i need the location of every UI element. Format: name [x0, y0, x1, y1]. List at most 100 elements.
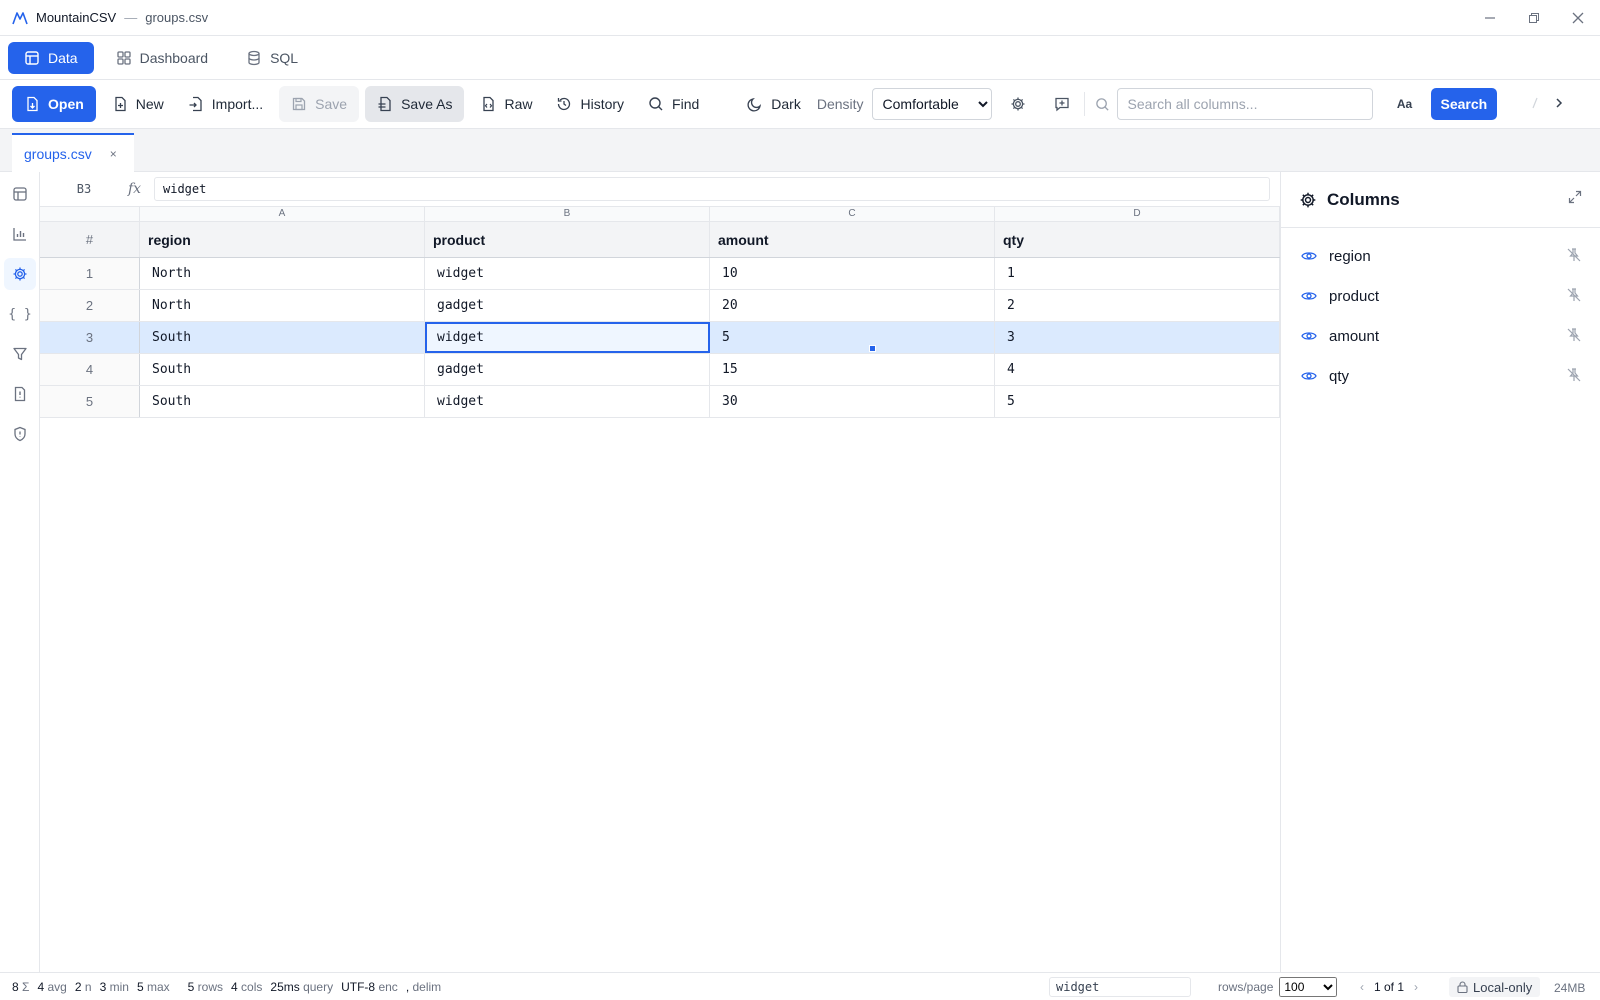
tab-dashboard[interactable]: Dashboard — [100, 42, 225, 74]
column-item[interactable]: region — [1281, 236, 1600, 276]
raw-button[interactable]: Raw — [468, 86, 544, 122]
next-page-icon[interactable]: › — [1414, 980, 1418, 994]
column-item[interactable]: amount — [1281, 316, 1600, 356]
formula-input[interactable]: widget — [154, 177, 1270, 201]
column-item-name: qty — [1329, 367, 1350, 385]
row-number[interactable]: 2 — [40, 290, 140, 321]
table-cell[interactable]: widget — [425, 386, 710, 417]
add-comment-button[interactable] — [1044, 86, 1080, 122]
tab-data[interactable]: Data — [8, 41, 94, 74]
data-grid: A B C D # region product amount qty 1 No… — [40, 206, 1280, 418]
table-cell[interactable]: South — [140, 322, 425, 353]
save-as-button[interactable]: Save As — [365, 86, 465, 122]
close-window-button[interactable] — [1556, 0, 1600, 36]
table-cell[interactable]: 20 — [710, 290, 995, 321]
table-cell[interactable]: 5 — [995, 386, 1280, 417]
table-cell[interactable]: 3 — [995, 322, 1280, 353]
title-separator: — — [124, 10, 138, 25]
row-number[interactable]: 4 — [40, 354, 140, 385]
minimize-button[interactable] — [1468, 0, 1512, 36]
rail-chart-button[interactable] — [4, 218, 36, 250]
table-cell[interactable]: gadget — [425, 290, 710, 321]
save-button[interactable]: Save — [279, 86, 360, 122]
delimiter: , — [405, 979, 410, 994]
search-button[interactable]: Search — [1430, 88, 1498, 120]
column-header-amount[interactable]: amount — [710, 222, 995, 257]
table-cell[interactable]: 15 — [710, 354, 995, 385]
rows-count: 5 — [187, 979, 195, 994]
panel-header: Columns — [1281, 172, 1600, 228]
expand-panel-icon[interactable] — [1568, 190, 1582, 207]
table-cell[interactable]: gadget — [425, 354, 710, 385]
page-info: 1 of 1 — [1374, 980, 1405, 994]
unpin-icon[interactable] — [1566, 367, 1582, 386]
rail-filter-button[interactable] — [4, 338, 36, 370]
table-cell[interactable]: 1 — [995, 258, 1280, 289]
density-select[interactable]: Comfortable — [871, 88, 992, 120]
search-all-columns-input[interactable] — [1116, 88, 1373, 120]
column-letter[interactable]: C — [710, 207, 995, 221]
rows-per-page-select[interactable]: 100 — [1279, 977, 1338, 997]
selected-table-row: 3 South widget 5 3 — [40, 322, 1280, 354]
toolbar-scroll-right-button[interactable] — [1553, 96, 1565, 112]
column-letter[interactable]: D — [995, 207, 1280, 221]
corner-cell — [40, 207, 140, 221]
column-header-region[interactable]: region — [140, 222, 425, 257]
unpin-icon[interactable] — [1566, 287, 1582, 306]
new-button[interactable]: New — [100, 86, 176, 122]
dark-mode-button[interactable]: Dark — [735, 86, 813, 122]
settings-button[interactable] — [1000, 86, 1036, 122]
column-letter[interactable]: A — [140, 207, 425, 221]
open-label: Open — [48, 96, 84, 112]
cols-count: 4 — [231, 979, 238, 994]
open-button[interactable]: Open — [12, 86, 96, 122]
column-header-product[interactable]: product — [425, 222, 710, 257]
fill-handle[interactable] — [869, 345, 876, 352]
close-tab-icon[interactable]: × — [110, 147, 117, 161]
table-cell[interactable]: 2 — [995, 290, 1280, 321]
document-tab[interactable]: groups.csv × — [12, 133, 134, 172]
unpin-icon[interactable] — [1566, 247, 1582, 266]
column-item[interactable]: qty — [1281, 356, 1600, 396]
row-number[interactable]: 3 — [40, 322, 140, 353]
find-button[interactable]: Find — [636, 86, 711, 122]
table-cell[interactable]: North — [140, 290, 425, 321]
rail-privacy-button[interactable] — [4, 418, 36, 450]
rail-table-button[interactable] — [4, 178, 36, 210]
history-button[interactable]: History — [544, 86, 636, 122]
row-number[interactable]: 1 — [40, 258, 140, 289]
table-cell[interactable]: North — [140, 258, 425, 289]
unpin-icon[interactable] — [1566, 327, 1582, 346]
delimiter-label: delim — [412, 979, 442, 994]
match-case-toggle[interactable]: Aa — [1385, 97, 1425, 111]
stat-min-label: min — [109, 979, 129, 994]
prev-page-icon[interactable]: ‹ — [1360, 980, 1364, 994]
row-number[interactable]: 5 — [40, 386, 140, 417]
column-item[interactable]: product — [1281, 276, 1600, 316]
column-header-qty[interactable]: qty — [995, 222, 1280, 257]
column-list: region product amount qty — [1281, 228, 1600, 396]
chevron-right-icon — [1556, 98, 1563, 108]
tab-sql[interactable]: SQL — [230, 42, 314, 74]
restore-button[interactable] — [1512, 0, 1556, 36]
active-cell[interactable]: widget — [425, 322, 710, 353]
cell-reference[interactable]: B3 — [40, 182, 128, 196]
table-cell[interactable]: 4 — [995, 354, 1280, 385]
table-cell[interactable]: 30 — [710, 386, 995, 417]
rail-columns-button[interactable] — [4, 258, 36, 290]
table-cell[interactable]: South — [140, 354, 425, 385]
query-time: 25ms — [270, 979, 300, 994]
table-cell[interactable]: South — [140, 386, 425, 417]
rail-json-button[interactable]: { } — [4, 298, 36, 330]
header-row: # region product amount qty — [40, 222, 1280, 258]
rail-report-button[interactable] — [4, 378, 36, 410]
save-as-label: Save As — [401, 96, 453, 112]
table-cell[interactable]: 10 — [710, 258, 995, 289]
column-letter[interactable]: B — [425, 207, 710, 221]
import-button[interactable]: Import... — [176, 86, 275, 122]
file-stats: 5 rows 4 cols 25ms query UTF-8 enc , del… — [188, 980, 442, 994]
table-cell[interactable]: 5 — [710, 322, 995, 353]
moon-icon — [747, 97, 762, 112]
rows-label: rows — [197, 979, 224, 994]
table-cell[interactable]: widget — [425, 258, 710, 289]
